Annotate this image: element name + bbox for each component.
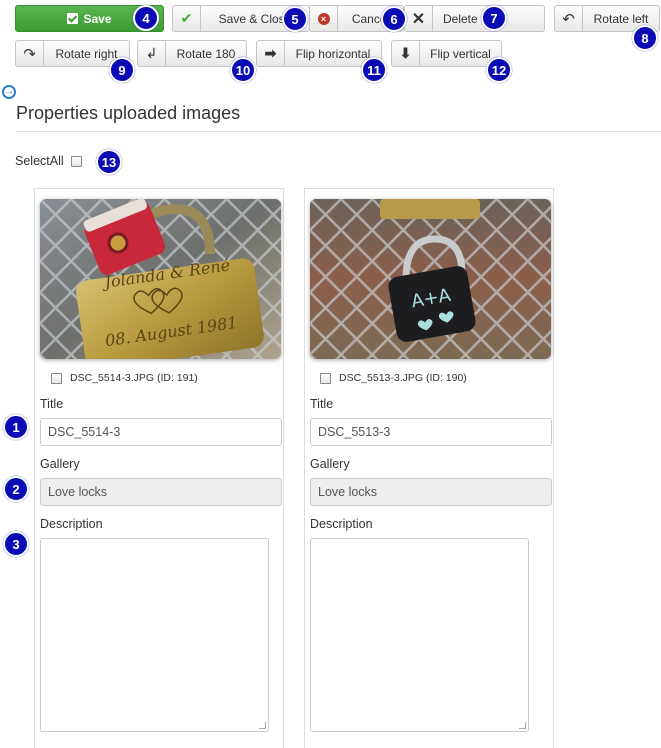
- image-thumbnail: Jolanda & René 08. August 1981: [40, 199, 281, 359]
- description-label: Description: [310, 517, 373, 531]
- annotation-badge-11: 11: [361, 57, 387, 83]
- annotation-badge-4: 4: [133, 5, 159, 31]
- image-thumbnail: A+A: [310, 199, 551, 359]
- description-label: Description: [40, 517, 103, 531]
- image-filename: DSC_5514-3.JPG (ID: 191): [51, 372, 198, 384]
- select-all-label: SelectAll: [15, 154, 64, 168]
- filename-label: DSC_5514-3.JPG (ID: 191): [70, 372, 198, 384]
- rotate-left-icon: ↶: [555, 6, 583, 31]
- filename-label: DSC_5513-3.JPG (ID: 190): [339, 372, 467, 384]
- annotation-badge-7: 7: [481, 5, 507, 31]
- annotation-badge-1: 1: [3, 414, 29, 440]
- description-textarea[interactable]: [310, 538, 529, 732]
- title-label: Title: [310, 397, 334, 411]
- close-x-icon: ✕: [405, 6, 433, 31]
- arrow-down-icon: ⬇: [392, 41, 420, 66]
- flip-vertical-button[interactable]: ⬇ Flip vertical: [391, 40, 502, 67]
- gallery-field[interactable]: Love locks: [40, 478, 282, 506]
- select-all: SelectAll: [15, 154, 83, 168]
- annotation-badge-10: 10: [230, 57, 256, 83]
- annotation-badge-2: 2: [3, 476, 29, 502]
- resize-handle[interactable]: [519, 722, 526, 729]
- annotation-badge-5: 5: [282, 6, 308, 32]
- cancel-circle-icon: ×: [310, 6, 338, 31]
- image-select-checkbox[interactable]: [51, 372, 62, 384]
- gallery-label: Gallery: [310, 457, 350, 471]
- annotation-badge-8: 8: [632, 25, 658, 51]
- annotation-badge-9: 9: [109, 57, 135, 83]
- return-arrow-icon: ↲: [138, 41, 166, 66]
- check-icon: ✔: [173, 6, 201, 31]
- divider: [16, 131, 661, 132]
- description-textarea[interactable]: [40, 538, 269, 732]
- annotation-badge-13: 13: [96, 149, 122, 175]
- title-input[interactable]: DSC_5513-3: [310, 418, 552, 446]
- annotation-badge-3: 3: [3, 531, 29, 557]
- gallery-label: Gallery: [40, 457, 80, 471]
- back-arrow-icon[interactable]: →: [2, 85, 16, 99]
- select-all-checkbox[interactable]: [71, 156, 83, 167]
- gallery-field[interactable]: Love locks: [310, 478, 552, 506]
- page-title: Properties uploaded images: [16, 103, 241, 123]
- annotation-badge-6: 6: [381, 6, 407, 32]
- rotate-right-icon: ↷: [16, 41, 44, 66]
- annotation-badge-12: 12: [486, 57, 512, 83]
- image-filename: DSC_5513-3.JPG (ID: 190): [320, 372, 467, 384]
- image-select-checkbox[interactable]: [320, 372, 331, 384]
- title-label: Title: [40, 397, 64, 411]
- title-input[interactable]: DSC_5514-3: [40, 418, 282, 446]
- rotate-180-button[interactable]: ↲ Rotate 180: [137, 40, 247, 67]
- delete-button[interactable]: ✕ Delete: [404, 5, 545, 32]
- arrow-right-icon: ➡: [257, 41, 285, 66]
- resize-handle[interactable]: [259, 722, 266, 729]
- edit-icon: [67, 13, 79, 24]
